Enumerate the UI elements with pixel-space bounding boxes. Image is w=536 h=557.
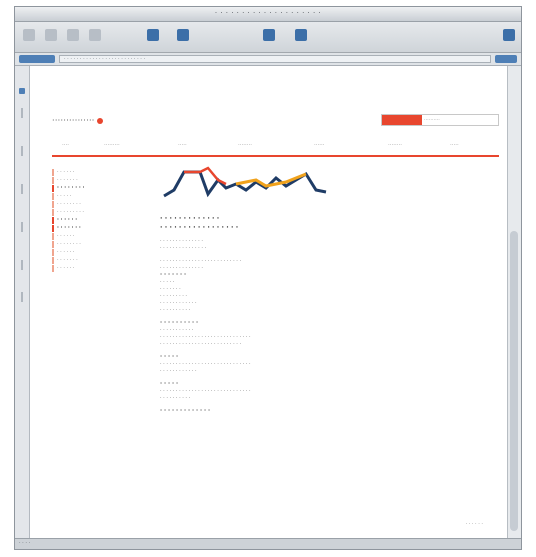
- leftnav-item[interactable]: · · · · · ·: [52, 265, 122, 272]
- article-subheading: · · · · ·: [160, 354, 179, 360]
- leftnav-item[interactable]: · · · · · · · ·: [52, 185, 122, 192]
- forward-icon[interactable]: [45, 29, 57, 41]
- nav-item-6[interactable]: ········: [388, 142, 402, 148]
- leftnav-item[interactable]: · · · · · · ·: [52, 225, 122, 232]
- address-bar: · · · · · · · · · · · · · · · · · · · · …: [15, 53, 521, 66]
- article-line: · · · · · · · · · · · ·: [160, 368, 197, 374]
- throbber-icon: [503, 29, 515, 41]
- nav-item-4[interactable]: ········: [238, 142, 252, 148]
- article-line: · · · · · · · · · · · · · · ·: [160, 245, 207, 251]
- search-input[interactable]: ··········: [424, 116, 496, 124]
- leftnav-item[interactable]: · · · · · · · · ·: [52, 209, 122, 216]
- article-line: · · · · · · · · · · · ·: [160, 300, 197, 306]
- article-subheading: · · · · · · · · · ·: [160, 320, 199, 326]
- article-subheading: · · · · ·: [160, 381, 179, 387]
- nav-item-2[interactable]: ·········: [104, 142, 120, 148]
- leftnav-item[interactable]: · · · · · · · ·: [52, 241, 122, 248]
- article-subheading: · · · · · · ·: [160, 272, 187, 278]
- side-tab-3[interactable]: [21, 184, 23, 194]
- article-heading-1: · · · · · · · · · · · · ·: [160, 214, 220, 222]
- site-logo[interactable]: ···············: [52, 116, 103, 125]
- scrollbar-thumb[interactable]: [510, 231, 518, 531]
- browser-window: · · · · · · · · · · · · · · · · · · · · …: [14, 6, 522, 550]
- article-line: · · · · · · · · · ·: [160, 307, 191, 313]
- article-line: · · · · · · ·: [160, 286, 181, 292]
- page-footer-link[interactable]: · · · · · ·: [466, 521, 483, 527]
- status-text: · · · ·: [19, 540, 31, 546]
- leftnav-item[interactable]: · · · · · · ·: [52, 177, 122, 184]
- article-line: · · · · · · · · · · · · · · · · · · · · …: [160, 341, 242, 347]
- leftnav-item[interactable]: · · · · ·: [52, 193, 122, 200]
- side-tab-2[interactable]: [21, 146, 23, 156]
- nav-item-7[interactable]: ·····: [450, 142, 459, 148]
- leftnav-item[interactable]: · · · · · ·: [52, 169, 122, 176]
- side-tab-1[interactable]: [21, 108, 23, 118]
- article-line: · · · · · · · · · · · · · · · · · · · · …: [160, 258, 242, 264]
- article-subheading: · · · · · · · · · · · · ·: [160, 408, 211, 414]
- vertical-scrollbar[interactable]: [507, 66, 521, 539]
- status-bar: · · · ·: [15, 538, 521, 549]
- left-navigation: · · · · · · · · · · · · · · · · · · · · …: [52, 169, 122, 273]
- side-panel-icon[interactable]: [19, 88, 25, 94]
- logo-mark-icon: [96, 117, 103, 124]
- article-line: · · · · · · · · · · · · · · · · · · · · …: [160, 361, 251, 367]
- leftnav-item[interactable]: · · · · · · ·: [52, 257, 122, 264]
- article-line: · · · · · · · · · ·: [160, 395, 191, 401]
- nav-item-3[interactable]: ·····: [178, 142, 187, 148]
- bookmark-icon[interactable]: [177, 29, 189, 41]
- stop-icon[interactable]: [67, 29, 79, 41]
- nav-item-1[interactable]: ····: [62, 142, 69, 148]
- leftnav-item[interactable]: · · · · · ·: [52, 249, 122, 256]
- reload-icon[interactable]: [89, 29, 101, 41]
- article-line: · · · · · · · · ·: [160, 293, 188, 299]
- article-line: · · · · · · · · · · · · · · · · · · · · …: [160, 334, 251, 340]
- window-title: · · · · · · · · · · · · · · · · · · · ·: [214, 9, 322, 17]
- address-label-button[interactable]: [19, 55, 55, 63]
- site-search: ··········: [381, 114, 499, 126]
- leftnav-item[interactable]: · · · · · · · ·: [52, 201, 122, 208]
- side-tab-5[interactable]: [21, 260, 23, 270]
- title-bar[interactable]: · · · · · · · · · · · · · · · · · · · ·: [15, 7, 521, 22]
- side-tab-6[interactable]: [21, 292, 23, 302]
- url-input[interactable]: · · · · · · · · · · · · · · · · · · · · …: [59, 55, 491, 63]
- web-page: ··············· ·········· ···· ········…: [30, 66, 507, 539]
- article-line: · · · · ·: [160, 279, 175, 285]
- browser-toolbar: [15, 22, 521, 53]
- article-heading-2: · · · · · · · · · · · · · · · · ·: [160, 223, 239, 231]
- print-icon[interactable]: [263, 29, 275, 41]
- leftnav-item[interactable]: · · · · · ·: [52, 233, 122, 240]
- leftnav-item[interactable]: · · · · · ·: [52, 217, 122, 224]
- nav-divider: [52, 155, 499, 157]
- article-line: · · · · · · · · · · · · · ·: [160, 238, 203, 244]
- nav-item-5[interactable]: ······: [314, 142, 325, 148]
- side-tab-4[interactable]: [21, 222, 23, 232]
- search-button[interactable]: [382, 115, 422, 125]
- site-nav: ···· ········· ····· ········ ······ ···…: [52, 142, 499, 154]
- side-panel-strip: [15, 66, 30, 539]
- article-line: · · · · · · · · · · ·: [160, 327, 194, 333]
- home-icon[interactable]: [147, 29, 159, 41]
- logo-text: ···············: [52, 116, 95, 125]
- mail-icon[interactable]: [295, 29, 307, 41]
- article-line: · · · · · · · · · · · · · · · · · · · · …: [160, 388, 251, 394]
- back-icon[interactable]: [23, 29, 35, 41]
- article-line: · · · · · · · · · · · · · ·: [160, 265, 203, 271]
- go-button[interactable]: [495, 55, 517, 63]
- article-body: · · · · · · · · · · · · · · · · · · · · …: [160, 214, 489, 415]
- decorative-sparkline-banner: [163, 166, 327, 198]
